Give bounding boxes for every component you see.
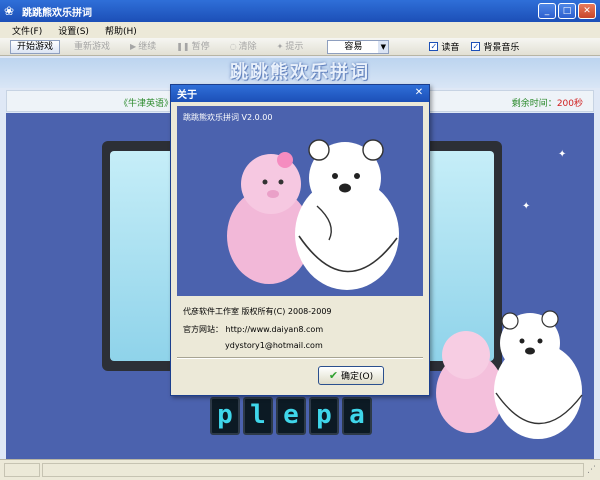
ok-button[interactable]: ✔ 确定(O) <box>318 366 384 385</box>
window-title: 跳跳熊欢乐拼词 <box>22 7 92 19</box>
letter-tile[interactable]: l <box>243 397 273 435</box>
game-logo: 跳跳熊欢乐拼词 <box>230 62 370 83</box>
dialog-title: 关于 <box>177 90 197 101</box>
play-icon: ▶ <box>130 41 137 51</box>
read-aloud-checkbox[interactable]: ✓ 读音 <box>429 40 459 53</box>
difficulty-value: 容易 <box>328 40 379 53</box>
version-text: 跳跳熊欢乐拼词 V2.0.00 <box>183 113 273 122</box>
restart-game-label: 重新游戏 <box>74 41 111 52</box>
status-cell <box>4 463 40 477</box>
clear-label: 清除 <box>238 41 257 52</box>
difficulty-select[interactable]: 容易 ▼ <box>327 39 390 54</box>
continue-button[interactable]: ▶ 继续 <box>124 40 162 54</box>
website-label: 官方网站： <box>183 325 223 334</box>
website-row: 官方网站： http://www.daiyan8.com <box>183 324 323 335</box>
checkmark-icon: ✓ <box>471 42 481 51</box>
letter-tile[interactable]: p <box>309 397 339 435</box>
status-bar: ⋰ <box>0 459 600 480</box>
copyright-text: 代彦软件工作室 版权所有(C) 2008-2009 <box>183 307 332 316</box>
start-game-label: 开始游戏 <box>17 41 54 52</box>
about-dialog: 关于 ✕ 跳跳熊欢乐拼词 V2.0.00 代彦软件工作室 版权所有(C) 200… <box>170 84 430 396</box>
bg-music-label: 背景音乐 <box>483 43 520 53</box>
website-link[interactable]: http://www.daiyan8.com <box>226 325 324 334</box>
hint-button[interactable]: ✦ 提示 <box>271 40 310 54</box>
bear-app-icon: ❀ <box>4 4 15 18</box>
eraser-icon: ◌ <box>229 41 237 51</box>
menu-bar: 文件(F) 设置(S) 帮助(H) <box>0 22 600 38</box>
star-icon: ✦ <box>558 149 567 160</box>
read-aloud-label: 读音 <box>441 43 460 53</box>
time-remaining: 剩余时间：200秒 <box>512 96 583 109</box>
checkmark-icon: ✓ <box>429 42 439 51</box>
dialog-close-icon[interactable]: ✕ <box>412 87 426 100</box>
lightbulb-icon: ✦ <box>276 41 284 51</box>
star-icon: ✦ <box>522 201 531 212</box>
letter-tile[interactable]: a <box>342 397 372 435</box>
chevron-down-icon[interactable]: ▼ <box>378 40 389 53</box>
time-remaining-value: 200秒 <box>556 99 583 109</box>
menu-file[interactable]: 文件(F) <box>4 24 50 37</box>
checkmark-icon: ✔ <box>328 369 339 382</box>
bears-illustration <box>436 310 583 439</box>
dialog-title-bar: 关于 ✕ <box>171 85 429 102</box>
pause-icon: ❚❚ <box>176 41 190 51</box>
clear-button[interactable]: ◌ 清除 <box>224 40 263 54</box>
hint-label: 提示 <box>285 41 304 52</box>
title-bar: ❀ 跳跳熊欢乐拼词 _ □ ✕ <box>0 0 600 22</box>
ok-label: 确定(O) <box>341 372 374 382</box>
start-game-button[interactable]: 开始游戏 <box>10 39 61 54</box>
pause-button[interactable]: ❚❚ 暂停 <box>170 40 215 54</box>
about-image: 跳跳熊欢乐拼词 V2.0.00 <box>177 106 423 296</box>
continue-label: 继续 <box>138 41 157 52</box>
minimize-button[interactable]: _ <box>538 3 556 19</box>
pause-label: 暂停 <box>191 41 210 52</box>
letter-tiles: p l e p a <box>210 397 372 435</box>
bears-illustration <box>227 139 399 290</box>
menu-settings[interactable]: 设置(S) <box>50 24 97 37</box>
toolbar: 开始游戏 重新游戏 ▶ 继续 ❚❚ 暂停 ◌ 清除 ✦ 提示 容易 ▼ ✓ 读音 ✓ 背… <box>0 38 600 56</box>
close-button[interactable]: ✕ <box>578 3 596 19</box>
textbook-name: 《牛津英语》 <box>119 99 174 109</box>
email-text[interactable]: ydystory1@hotmail.com <box>225 341 323 350</box>
maximize-button[interactable]: □ <box>558 3 576 19</box>
dialog-divider <box>177 357 423 359</box>
restart-game-button[interactable]: 重新游戏 <box>68 40 116 54</box>
status-cell <box>42 463 584 477</box>
resize-grip-icon[interactable]: ⋰ <box>584 465 596 475</box>
letter-tile[interactable]: p <box>210 397 240 435</box>
bg-music-checkbox[interactable]: ✓ 背景音乐 <box>471 40 519 53</box>
time-remaining-label: 剩余时间： <box>511 99 557 109</box>
menu-help[interactable]: 帮助(H) <box>97 24 145 37</box>
letter-tile[interactable]: e <box>276 397 306 435</box>
